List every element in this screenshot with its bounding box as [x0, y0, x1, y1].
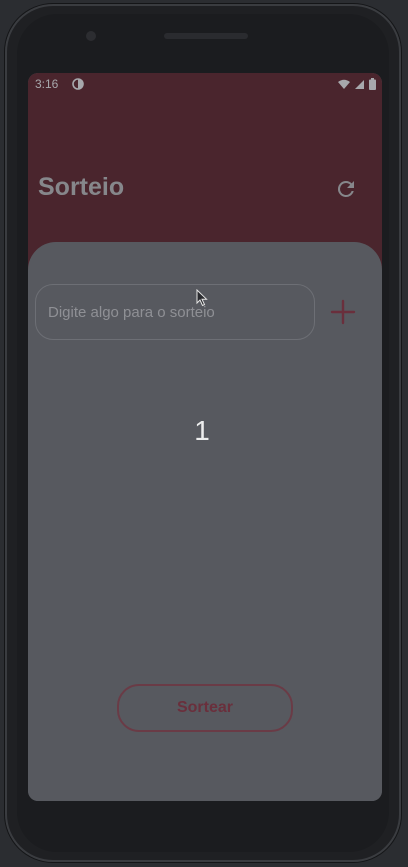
data-saver-icon — [72, 78, 84, 90]
entry-input[interactable] — [35, 284, 315, 340]
app-screen: 3:16 Sorteio Digite algo para o sorteio … — [28, 73, 382, 801]
battery-icon — [369, 78, 376, 90]
signal-icon — [355, 79, 364, 89]
front-camera — [86, 31, 96, 41]
entries-count: 1 — [194, 415, 210, 446]
wifi-icon — [338, 79, 350, 89]
draw-button[interactable]: Sortear — [117, 684, 293, 732]
earpiece-speaker — [164, 33, 248, 39]
app-title: Sorteio — [38, 173, 125, 201]
content-sheet: 1 Sortear — [28, 242, 382, 801]
refresh-icon[interactable] — [334, 177, 358, 201]
status-icons — [338, 78, 376, 90]
status-bar: 3:16 — [28, 73, 382, 97]
plus-icon[interactable] — [330, 299, 356, 325]
status-time: 3:16 — [35, 77, 59, 91]
mouse-cursor-icon — [196, 289, 208, 307]
